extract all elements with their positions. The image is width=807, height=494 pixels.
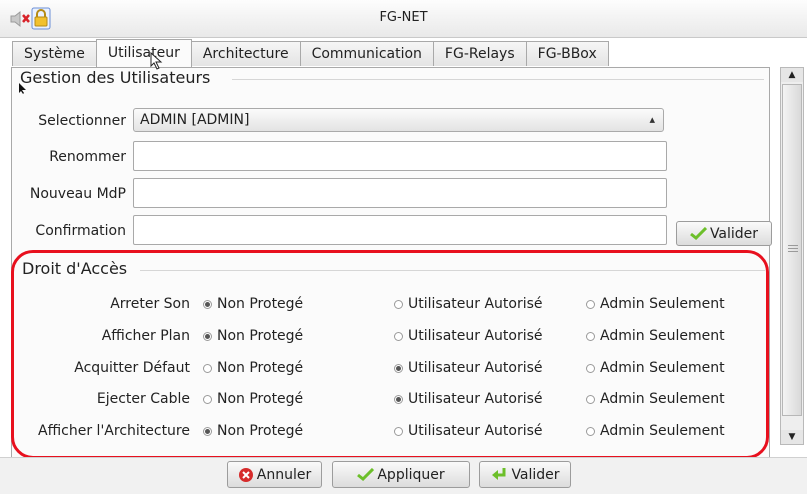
access-option-radio[interactable]: Utilisateur Autorisé <box>394 391 543 407</box>
access-option-label: Utilisateur Autorisé <box>408 391 543 407</box>
tab-utilisateur[interactable]: Utilisateur <box>95 39 192 67</box>
new-password-input[interactable] <box>133 178 667 208</box>
radio-icon[interactable] <box>394 363 403 373</box>
access-rights-title: Droit d'Accès <box>22 259 128 278</box>
rename-label: Renommer <box>49 149 126 165</box>
access-option-radio[interactable]: Admin Seulement <box>586 391 725 407</box>
access-option-radio[interactable]: Admin Seulement <box>586 296 725 312</box>
scroll-up-arrow-icon[interactable]: ▲ <box>781 68 803 82</box>
validate-password-button[interactable]: Valider <box>676 221 772 246</box>
access-option-label: Non Protegé <box>217 328 304 344</box>
access-row-label: Afficher Plan <box>101 328 190 344</box>
radio-icon[interactable] <box>586 426 595 436</box>
access-option-label: Admin Seulement <box>600 391 725 407</box>
access-option-label: Utilisateur Autorisé <box>408 296 543 312</box>
confirmation-label: Confirmation <box>35 223 126 239</box>
radio-icon[interactable] <box>394 426 403 436</box>
access-option-label: Utilisateur Autorisé <box>408 360 543 376</box>
access-option-label: Admin Seulement <box>600 360 725 376</box>
rename-input[interactable] <box>133 141 667 171</box>
access-row-label: Arreter Son <box>110 296 190 312</box>
radio-icon[interactable] <box>394 331 403 341</box>
cancel-icon <box>238 467 253 482</box>
radio-icon[interactable] <box>203 363 212 373</box>
access-option-radio[interactable]: Non Protegé <box>203 391 303 407</box>
radio-icon[interactable] <box>394 299 403 309</box>
vertical-scrollbar[interactable]: ▲ ▼ <box>780 67 804 445</box>
access-option-radio[interactable]: Non Protegé <box>203 423 303 439</box>
access-option-label: Non Protegé <box>217 423 304 439</box>
return-arrow-icon <box>492 468 506 480</box>
mouse-pointer-icon <box>18 82 28 99</box>
access-option-label: Non Protegé <box>217 391 304 407</box>
select-user-label: Selectionner <box>38 113 126 129</box>
radio-icon[interactable] <box>203 394 212 404</box>
radio-icon[interactable] <box>586 299 595 309</box>
access-option-radio[interactable]: Non Protegé <box>203 328 303 344</box>
access-option-label: Non Protegé <box>217 360 304 376</box>
new-password-label: Nouveau MdP <box>29 186 126 202</box>
access-option-radio[interactable]: Utilisateur Autorisé <box>394 296 543 312</box>
user-select-value: ADMIN [ADMIN] <box>140 112 250 128</box>
access-option-radio[interactable]: Admin Seulement <box>586 360 725 376</box>
confirmation-input[interactable] <box>133 215 667 245</box>
radio-icon[interactable] <box>586 331 595 341</box>
tab-fg-bbox[interactable]: FG-BBox <box>525 41 609 66</box>
access-option-radio[interactable]: Admin Seulement <box>586 328 725 344</box>
access-option-label: Admin Seulement <box>600 296 725 312</box>
radio-icon[interactable] <box>203 299 212 309</box>
select-arrows-icon: ▴ <box>649 113 655 126</box>
check-icon <box>357 468 375 481</box>
radio-icon[interactable] <box>203 426 212 436</box>
validate-password-label: Valider <box>709 225 759 242</box>
scroll-down-arrow-icon[interactable]: ▼ <box>781 430 803 444</box>
validate-button[interactable]: Valider <box>479 461 571 488</box>
tab-architecture[interactable]: Architecture <box>190 41 301 66</box>
tab-bar: Système Utilisateur Architecture Communi… <box>12 39 609 67</box>
cancel-button[interactable]: Annuler <box>227 461 322 488</box>
access-row-label: Afficher l'Architecture <box>38 423 190 439</box>
cancel-button-label: Annuler <box>256 466 312 483</box>
tab-systeme[interactable]: Système <box>12 41 97 66</box>
mouse-cursor-icon <box>150 51 164 74</box>
validate-button-label: Valider <box>511 466 560 483</box>
tab-communication[interactable]: Communication <box>299 41 434 66</box>
apply-button[interactable]: Appliquer <box>332 461 470 488</box>
access-option-label: Utilisateur Autorisé <box>408 328 543 344</box>
apply-button-label: Appliquer <box>377 466 445 483</box>
access-option-radio[interactable]: Non Protegé <box>203 296 303 312</box>
radio-icon[interactable] <box>586 394 595 404</box>
access-option-radio[interactable]: Utilisateur Autorisé <box>394 360 543 376</box>
access-option-label: Admin Seulement <box>600 423 725 439</box>
access-option-radio[interactable]: Non Protegé <box>203 360 303 376</box>
tab-fg-relays[interactable]: FG-Relays <box>432 41 527 66</box>
check-icon <box>690 227 707 240</box>
user-select[interactable]: ADMIN [ADMIN] ▴ <box>133 108 664 132</box>
user-management-title: Gestion des Utilisateurs <box>20 68 211 87</box>
access-row-label: Ejecter Cable <box>96 391 190 407</box>
access-option-label: Utilisateur Autorisé <box>408 423 543 439</box>
radio-icon[interactable] <box>203 331 212 341</box>
access-option-radio[interactable]: Utilisateur Autorisé <box>394 423 543 439</box>
section-divider <box>232 79 764 80</box>
window-title: FG-NET <box>379 10 428 25</box>
access-option-label: Non Protegé <box>217 296 304 312</box>
access-row-label: Acquitter Défaut <box>74 360 190 376</box>
radio-icon[interactable] <box>394 394 403 404</box>
radio-icon[interactable] <box>586 363 595 373</box>
section-divider <box>140 270 765 271</box>
access-option-radio[interactable]: Utilisateur Autorisé <box>394 328 543 344</box>
title-bar: FG-NET <box>0 0 807 38</box>
scroll-thumb[interactable] <box>782 84 802 416</box>
access-option-label: Admin Seulement <box>600 328 725 344</box>
access-option-radio[interactable]: Admin Seulement <box>586 423 725 439</box>
